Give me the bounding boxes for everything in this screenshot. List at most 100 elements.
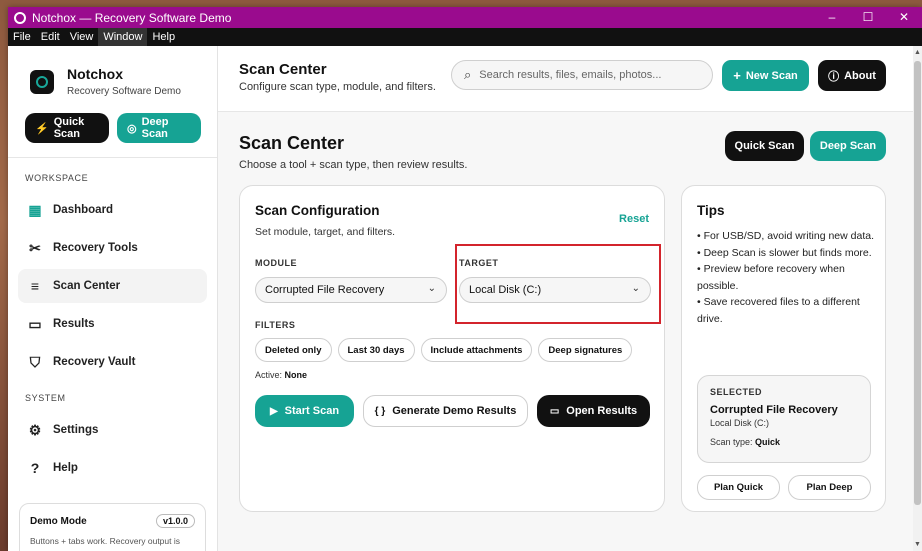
top-bar: Scan Center Configure scan type, module,… (218, 46, 922, 112)
sidebar-item-scan-center[interactable]: ≡ Scan Center (18, 269, 207, 303)
play-icon: ▶ (269, 405, 278, 417)
scan-type-value: Quick (755, 437, 781, 447)
sidebar-item-label: Scan Center (53, 280, 121, 292)
minimize-button[interactable]: – (814, 7, 850, 28)
selected-target: Local Disk (C:) (710, 418, 770, 428)
selected-module: Corrupted File Recovery (710, 404, 838, 416)
menu-view[interactable]: View (65, 28, 99, 46)
app-icon (14, 11, 26, 24)
selected-summary-card: SELECTED Corrupted File Recovery Local D… (697, 375, 871, 463)
scroll-up-icon[interactable]: ▲ (913, 49, 922, 56)
app-window: Notchox — Recovery Software Demo – ☐ ✕ F… (8, 7, 922, 551)
config-title: Scan Configuration (255, 203, 380, 218)
code-icon: { } (374, 405, 386, 417)
close-button[interactable]: ✕ (886, 7, 922, 28)
demo-mode-text: Buttons + tabs work. Recovery output is (30, 536, 181, 546)
reset-button[interactable]: Reset (619, 213, 649, 225)
sidebar-item-dashboard[interactable]: ▦ Dashboard (18, 193, 207, 227)
module-select[interactable]: Corrupted File Recovery ⌄ (255, 277, 447, 303)
sidebar-item-settings[interactable]: ⚙ Settings (18, 413, 207, 447)
sidebar-item-recovery-tools[interactable]: ✂ Recovery Tools (18, 231, 207, 265)
module-value: Corrupted File Recovery (265, 284, 385, 296)
sidebar-item-label: Results (53, 318, 95, 330)
tip-item: • Deep Scan is slower but finds more. (697, 246, 872, 259)
filter-deleted-only[interactable]: Deleted only (255, 338, 332, 362)
new-scan-button[interactable]: + New Scan (722, 60, 809, 91)
scan-type-line: Scan type: Quick (710, 437, 858, 447)
new-scan-label: New Scan (745, 69, 798, 82)
start-scan-button[interactable]: ▶ Start Scan (255, 395, 354, 427)
sidebar-item-label: Recovery Tools (53, 242, 138, 254)
demo-mode-card: Demo Mode v1.0.0 Buttons + tabs work. Re… (19, 503, 206, 551)
active-value: None (284, 370, 308, 380)
folder-open-icon: ▭ (549, 405, 560, 417)
scrollbar-thumb[interactable] (914, 61, 921, 505)
menu-window[interactable]: Window (98, 28, 148, 46)
scan-type-label: Scan type: (710, 437, 753, 447)
quick-scan-button[interactable]: Quick Scan (725, 131, 804, 161)
filter-last-30-days[interactable]: Last 30 days (337, 338, 415, 362)
folder-icon: ▭ (28, 315, 42, 332)
divider (8, 157, 217, 158)
start-scan-label: Start Scan (284, 405, 340, 417)
menu-bar: File Edit View Window Help (8, 28, 922, 46)
brand: Notchox Recovery Software Demo (8, 46, 217, 97)
open-results-label: Open Results (566, 405, 638, 417)
sidebar-item-label: Recovery Vault (53, 356, 136, 368)
dashboard-icon: ▦ (28, 201, 42, 218)
maximize-button[interactable]: ☐ (850, 7, 886, 28)
about-label: About (844, 69, 876, 82)
logo-icon (30, 69, 54, 94)
tip-item: • Save recovered files to a different dr… (697, 296, 860, 325)
generate-demo-results-button[interactable]: { } Generate Demo Results (363, 395, 528, 427)
search-placeholder: Search results, files, emails, photos... (479, 69, 662, 81)
target-highlight-box (455, 244, 661, 324)
menu-edit[interactable]: Edit (36, 28, 65, 46)
selected-label: SELECTED (710, 387, 763, 397)
info-icon: ⓘ (828, 70, 840, 83)
active-filters: Active: None (255, 370, 307, 380)
scan-icon: ≡ (30, 278, 40, 294)
filter-include-attachments[interactable]: Include attachments (420, 338, 533, 362)
scan-configuration-card: Scan Configuration Set module, target, a… (239, 185, 665, 512)
tips-list: • For USB/SD, avoid writing new data. • … (697, 228, 877, 327)
brand-name: Notchox (67, 66, 123, 82)
bolt-icon: ⚡ (35, 122, 49, 135)
title-bar: Notchox — Recovery Software Demo – ☐ ✕ (8, 7, 922, 28)
tools-icon: ✂ (29, 239, 41, 256)
menu-help[interactable]: Help (147, 28, 180, 46)
target-icon: ◎ (127, 122, 137, 135)
sidebar-deep-scan-label: Deep Scan (141, 116, 169, 140)
plan-deep-button[interactable]: Plan Deep (788, 475, 871, 500)
tip-item: • For USB/SD, avoid writing new data. (697, 230, 874, 242)
tip-item: • Preview before recovery when possible. (697, 263, 845, 292)
window-controls: – ☐ ✕ (814, 7, 922, 28)
scroll-down-icon[interactable]: ▼ (913, 541, 922, 548)
plan-quick-button[interactable]: Plan Quick (697, 475, 780, 500)
vertical-scrollbar[interactable]: ▲ ▼ (913, 46, 922, 551)
sidebar-deep-scan-button[interactable]: ◎ Deep Scan (117, 113, 201, 143)
sidebar-item-label: Help (53, 462, 78, 474)
shield-icon: ⛉ (29, 353, 41, 370)
search-input[interactable]: ⌕ Search results, files, emails, photos.… (451, 60, 713, 90)
sidebar-quick-scan-button[interactable]: ⚡ Quick Scan (25, 113, 109, 143)
menu-file[interactable]: File (8, 28, 36, 46)
deep-scan-button[interactable]: Deep Scan (810, 131, 886, 161)
top-bar-title: Scan Center (239, 61, 327, 78)
filter-deep-signatures[interactable]: Deep signatures (538, 338, 633, 362)
sidebar: Notchox Recovery Software Demo ⚡ Quick S… (8, 46, 218, 551)
about-button[interactable]: ⓘ About (818, 60, 886, 91)
search-icon: ⌕ (464, 67, 472, 82)
sidebar-item-label: Dashboard (53, 204, 114, 216)
sidebar-item-results[interactable]: ▭ Results (18, 307, 207, 341)
app-body: Notchox Recovery Software Demo ⚡ Quick S… (8, 46, 922, 551)
open-results-button[interactable]: ▭ Open Results (537, 395, 650, 427)
active-label: Active: (255, 370, 283, 380)
sidebar-item-help[interactable]: ? Help (18, 451, 207, 485)
main-content: Scan Center Configure scan type, module,… (218, 46, 922, 551)
version-badge: v1.0.0 (155, 514, 195, 528)
sidebar-item-recovery-vault[interactable]: ⛉ Recovery Vault (18, 345, 207, 379)
filters-label: FILTERS (255, 320, 296, 330)
config-subtitle: Set module, target, and filters. (255, 226, 396, 238)
brand-subtitle: Recovery Software Demo (67, 86, 181, 97)
